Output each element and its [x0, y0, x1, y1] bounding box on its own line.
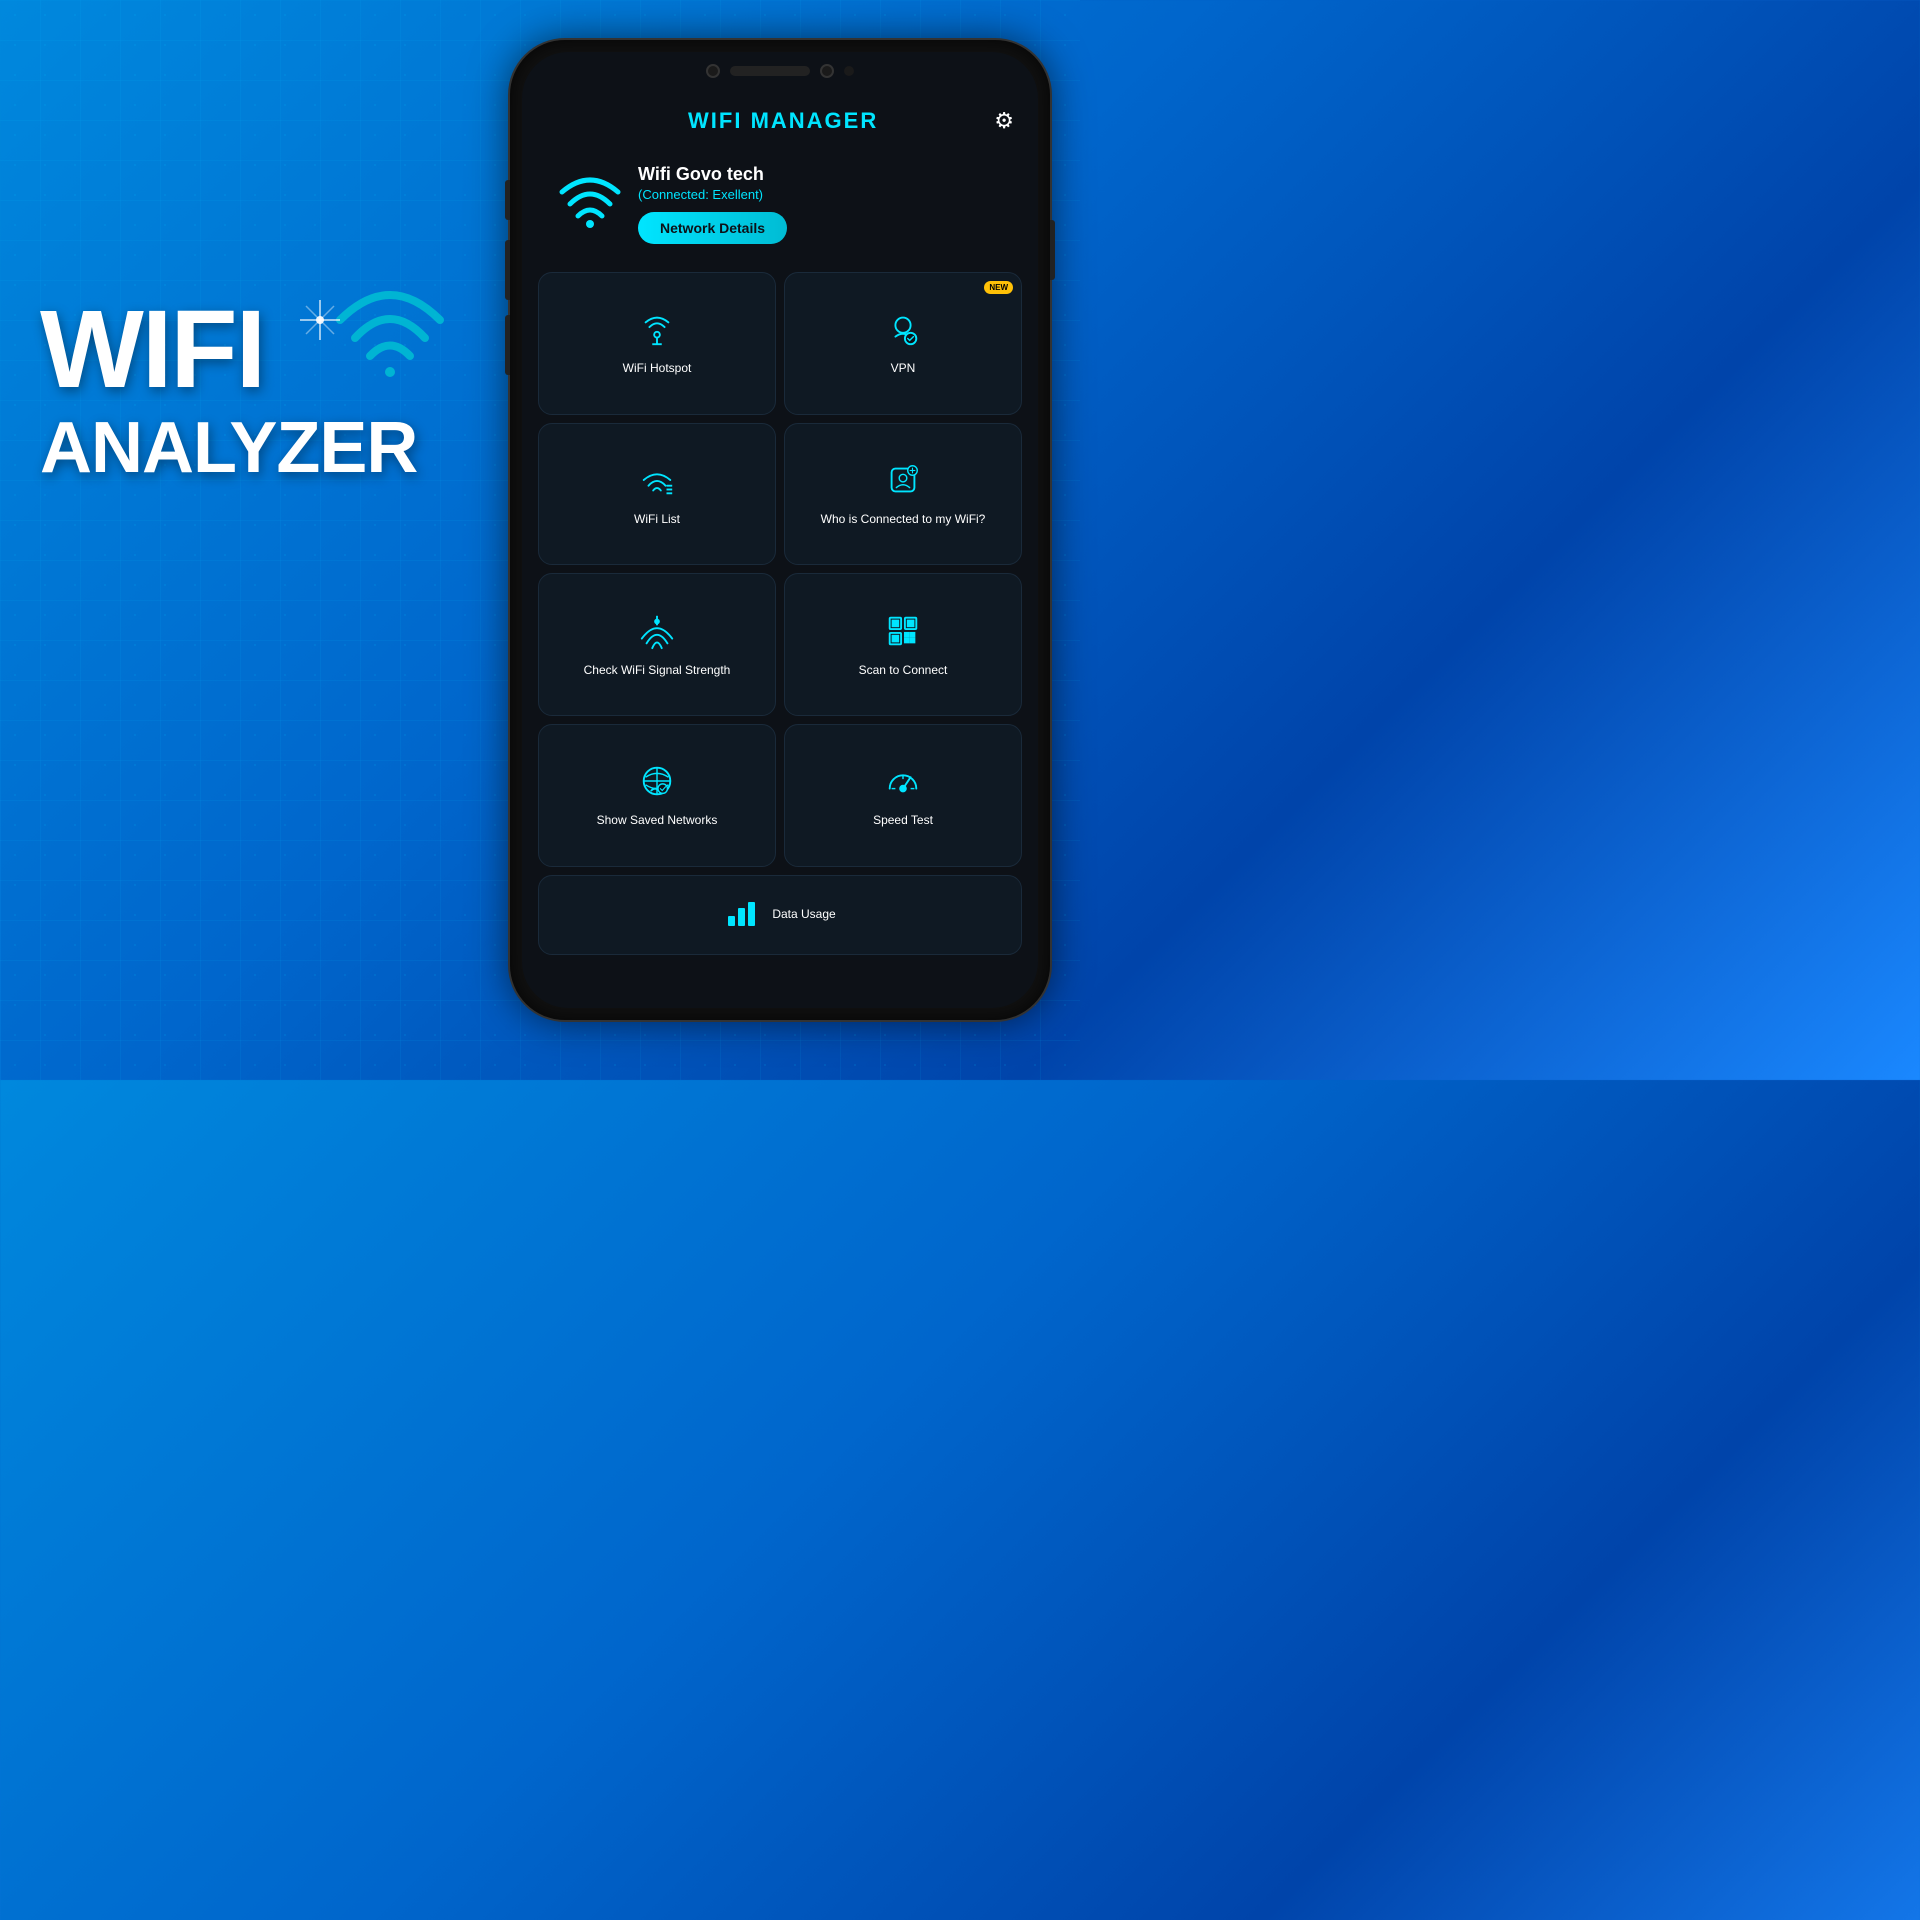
wifi-list-icon [638, 461, 676, 504]
phone-mockup: WIFI MANAGER ⚙ Wifi Govo tech [510, 40, 1050, 1020]
vpn-new-badge: NEW [984, 281, 1013, 294]
connected-section: Wifi Govo tech (Connected: Exellent) Net… [538, 148, 1022, 260]
signal-strength-label: Check WiFi Signal Strength [584, 663, 731, 679]
face-sensor [820, 64, 834, 78]
signal-strength-icon [638, 612, 676, 655]
silent-button [505, 315, 510, 375]
qr-scan-icon [884, 612, 922, 655]
vpn-label: VPN [891, 361, 916, 377]
features-grid: WiFi Hotspot NEW V [538, 272, 1022, 992]
app-screen: WIFI MANAGER ⚙ Wifi Govo tech [522, 52, 1038, 1008]
who-connected-icon [884, 461, 922, 504]
wifi-list-label: WiFi List [634, 512, 680, 528]
vol-down-button [505, 240, 510, 300]
data-usage-label: Data Usage [772, 907, 835, 923]
data-usage-icon [724, 894, 760, 935]
wifi-hotspot-tile[interactable]: WiFi Hotspot [538, 272, 776, 415]
hotspot-icon [638, 310, 676, 353]
network-name: Wifi Govo tech [638, 164, 1002, 185]
front-camera [706, 64, 720, 78]
speed-test-tile[interactable]: Speed Test [784, 724, 1022, 867]
vpn-icon [884, 310, 922, 353]
speed-test-label: Speed Test [873, 813, 933, 829]
phone-notch [706, 64, 854, 78]
wifi-connected-icon [558, 172, 622, 237]
phone-screen: WIFI MANAGER ⚙ Wifi Govo tech [522, 52, 1038, 1008]
signal-strength-tile[interactable]: Check WiFi Signal Strength [538, 573, 776, 716]
analyzer-label: ANALYZER [40, 407, 417, 489]
phone-outer-shell: WIFI MANAGER ⚙ Wifi Govo tech [510, 40, 1050, 1020]
power-button [1050, 220, 1055, 280]
connected-info: Wifi Govo tech (Connected: Exellent) Net… [638, 164, 1002, 244]
vol-up-button [505, 180, 510, 220]
vpn-tile[interactable]: NEW VPN [784, 272, 1022, 415]
saved-networks-label: Show Saved Networks [597, 813, 718, 829]
network-details-button[interactable]: Network Details [638, 212, 787, 244]
proximity-sensor [844, 66, 854, 76]
saved-networks-icon [638, 762, 676, 805]
scan-connect-tile[interactable]: Scan to Connect [784, 573, 1022, 716]
data-usage-tile[interactable]: Data Usage [538, 875, 1022, 955]
speed-test-icon [884, 762, 922, 805]
network-status: (Connected: Exellent) [638, 187, 1002, 202]
wifi-list-tile[interactable]: WiFi List [538, 423, 776, 566]
app-header: WIFI MANAGER ⚙ [538, 102, 1022, 140]
app-title: WIFI MANAGER [572, 108, 994, 134]
earpiece-speaker [730, 66, 810, 76]
settings-icon[interactable]: ⚙ [994, 108, 1014, 134]
who-connected-tile[interactable]: Who is Connected to my WiFi? [784, 423, 1022, 566]
hotspot-label: WiFi Hotspot [623, 361, 692, 377]
who-connected-label: Who is Connected to my WiFi? [821, 512, 986, 528]
saved-networks-tile[interactable]: Show Saved Networks [538, 724, 776, 867]
scan-connect-label: Scan to Connect [859, 663, 948, 679]
sparkle-effect [290, 290, 350, 350]
